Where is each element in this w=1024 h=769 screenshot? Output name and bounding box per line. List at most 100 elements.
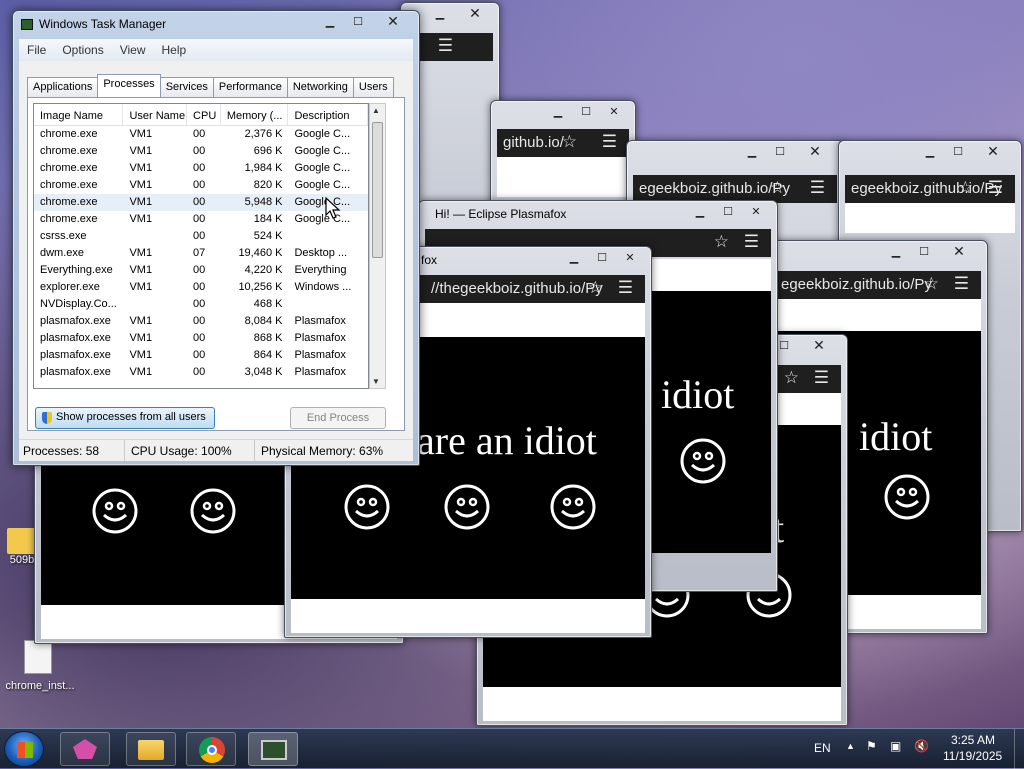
menu-icon[interactable]: ☰ — [438, 36, 453, 56]
maximize-button[interactable]: ☐ — [573, 103, 599, 120]
scrollbar-thumb[interactable] — [372, 122, 383, 258]
process-row[interactable]: dwm.exe VM1 07 19,460 K Desktop ... — [34, 245, 368, 262]
minimize-button[interactable]: ▁ — [545, 103, 571, 120]
star-icon[interactable]: ☆ — [924, 274, 939, 294]
close-button[interactable]: ✕ — [743, 203, 769, 220]
process-list-scrollbar[interactable]: ▲ ▼ — [369, 103, 386, 389]
taskbar-plasmafox[interactable] — [60, 732, 110, 766]
column-description[interactable]: Description — [288, 104, 368, 125]
column-image-name[interactable]: Image Name — [34, 104, 124, 125]
process-row[interactable]: chrome.exe VM1 00 820 K Google C... — [34, 177, 368, 194]
clock-time[interactable]: 3:25 AM — [951, 733, 995, 747]
process-row[interactable]: plasmafox.exe VM1 00 868 K Plasmafox — [34, 330, 368, 347]
menu-icon[interactable]: ☰ — [602, 132, 617, 152]
tab-performance[interactable]: Performance — [212, 77, 288, 97]
desktop-icon-chrome-installer[interactable]: chrome_inst... — [0, 640, 80, 692]
process-row[interactable]: chrome.exe VM1 00 5,948 K Google C... — [34, 194, 368, 211]
process-row[interactable]: chrome.exe VM1 00 1,984 K Google C... — [34, 160, 368, 177]
clock-date[interactable]: 11/19/2025 — [943, 749, 1002, 763]
tab-networking[interactable]: Networking — [286, 77, 354, 97]
network-icon[interactable]: ▣ — [890, 739, 901, 753]
process-image-name: csrss.exe — [40, 230, 87, 242]
close-button[interactable]: ✕ — [373, 13, 413, 30]
close-button[interactable]: ✕ — [795, 143, 835, 160]
menu-help[interactable]: Help — [154, 43, 195, 57]
url-text: //thegeekboiz.github.io/Py — [431, 280, 603, 297]
column-cpu[interactable]: CPU — [187, 104, 221, 125]
close-button[interactable]: ✕ — [455, 5, 495, 22]
maximize-button[interactable]: ☐ — [945, 143, 971, 160]
window-controls: ▁ ☐ ✕ — [561, 249, 643, 266]
star-icon[interactable]: ☆ — [562, 132, 577, 152]
star-icon[interactable]: ☆ — [784, 368, 799, 388]
maximize-button[interactable]: ☐ — [911, 243, 937, 260]
scroll-up-arrow-icon[interactable]: ▲ — [372, 106, 380, 115]
process-row[interactable]: chrome.exe VM1 00 184 K Google C... — [34, 211, 368, 228]
close-button[interactable]: ✕ — [601, 103, 627, 120]
close-button[interactable]: ✕ — [799, 337, 839, 354]
task-manager-window[interactable]: Windows Task Manager ▁ ☐ ✕ File Options … — [12, 10, 420, 466]
process-row[interactable]: csrss.exe 00 524 K — [34, 228, 368, 245]
close-button[interactable]: ✕ — [617, 249, 643, 266]
url-bar[interactable]: egeekboiz.github.io/Py ☆ ☰ — [845, 175, 1015, 203]
menu-icon[interactable]: ☰ — [810, 178, 825, 198]
menu-icon[interactable]: ☰ — [954, 274, 969, 294]
close-button[interactable]: ✕ — [973, 143, 1013, 160]
menu-icon[interactable]: ☰ — [814, 368, 829, 388]
volume-muted-icon[interactable]: 🔇 — [914, 739, 929, 753]
minimize-button[interactable]: ▁ — [739, 143, 765, 160]
process-row[interactable]: plasmafox.exe VM1 00 3,048 K Plasmafox — [34, 364, 368, 381]
taskbar-explorer[interactable] — [126, 732, 176, 766]
star-icon[interactable]: ☆ — [770, 178, 785, 198]
end-process-button[interactable]: End Process — [290, 407, 386, 429]
process-row[interactable]: NVDisplay.Co... 00 468 K — [34, 296, 368, 313]
tab-services[interactable]: Services — [159, 77, 214, 97]
menu-icon[interactable]: ☰ — [988, 178, 1003, 198]
url-bar[interactable]: egeekboiz.github.io/Py ☆ ☰ — [775, 271, 981, 299]
menu-view[interactable]: View — [112, 43, 154, 57]
url-bar[interactable]: egeekboiz.github.io/Py ☆ ☰ — [633, 175, 837, 203]
process-row[interactable]: plasmafox.exe VM1 00 864 K Plasmafox — [34, 347, 368, 364]
menu-icon[interactable]: ☰ — [744, 232, 759, 252]
minimize-button[interactable]: ▁ — [917, 143, 943, 160]
process-list[interactable]: Image Name User Name CPU Memory (... Des… — [33, 103, 369, 389]
language-indicator[interactable]: EN — [814, 741, 831, 755]
maximize-button[interactable]: ☐ — [589, 249, 615, 266]
minimize-button[interactable]: ▁ — [317, 13, 343, 30]
star-icon[interactable]: ☆ — [588, 278, 603, 298]
taskbar-task-manager[interactable] — [248, 732, 298, 766]
minimize-button[interactable]: ▁ — [427, 5, 453, 22]
star-icon[interactable]: ☆ — [958, 178, 973, 198]
menu-options[interactable]: Options — [54, 43, 111, 57]
tab-users[interactable]: Users — [352, 77, 394, 97]
close-button[interactable]: ✕ — [939, 243, 979, 260]
url-text: egeekboiz.github.io/Py — [781, 276, 932, 293]
start-button[interactable] — [4, 731, 44, 767]
tab-applications[interactable]: Applications — [27, 77, 99, 97]
column-memory[interactable]: Memory (... — [221, 104, 289, 125]
column-user-name[interactable]: User Name — [123, 104, 188, 125]
tab-processes[interactable]: Processes — [97, 74, 161, 97]
show-desktop-button[interactable] — [1014, 729, 1024, 769]
maximize-button[interactable]: ☐ — [345, 13, 371, 30]
url-bar[interactable]: github.io/ ☆ ☰ — [497, 129, 629, 157]
show-hidden-icons-arrow-icon[interactable]: ▲ — [846, 741, 855, 751]
scroll-down-arrow-icon[interactable]: ▼ — [372, 377, 380, 386]
minimize-button[interactable]: ▁ — [883, 243, 909, 260]
menu-icon[interactable]: ☰ — [618, 278, 633, 298]
process-row[interactable]: Everything.exe VM1 00 4,220 K Everything — [34, 262, 368, 279]
process-row[interactable]: chrome.exe VM1 00 696 K Google C... — [34, 143, 368, 160]
action-center-flag-icon[interactable]: ⚑ — [866, 739, 877, 753]
process-row[interactable]: chrome.exe VM1 00 2,376 K Google C... — [34, 126, 368, 143]
menu-file[interactable]: File — [19, 43, 54, 57]
minimize-button[interactable]: ▁ — [687, 203, 713, 220]
show-all-processes-button[interactable]: Show processes from all users — [35, 407, 215, 429]
minimize-button[interactable]: ▁ — [561, 249, 587, 266]
star-icon[interactable]: ☆ — [714, 232, 729, 252]
taskbar-chrome[interactable] — [186, 732, 236, 766]
process-row[interactable]: plasmafox.exe VM1 00 8,084 K Plasmafox — [34, 313, 368, 330]
maximize-button[interactable]: ☐ — [767, 143, 793, 160]
process-row[interactable]: explorer.exe VM1 00 10,256 K Windows ... — [34, 279, 368, 296]
smiley-icon — [92, 488, 138, 534]
maximize-button[interactable]: ☐ — [715, 203, 741, 220]
